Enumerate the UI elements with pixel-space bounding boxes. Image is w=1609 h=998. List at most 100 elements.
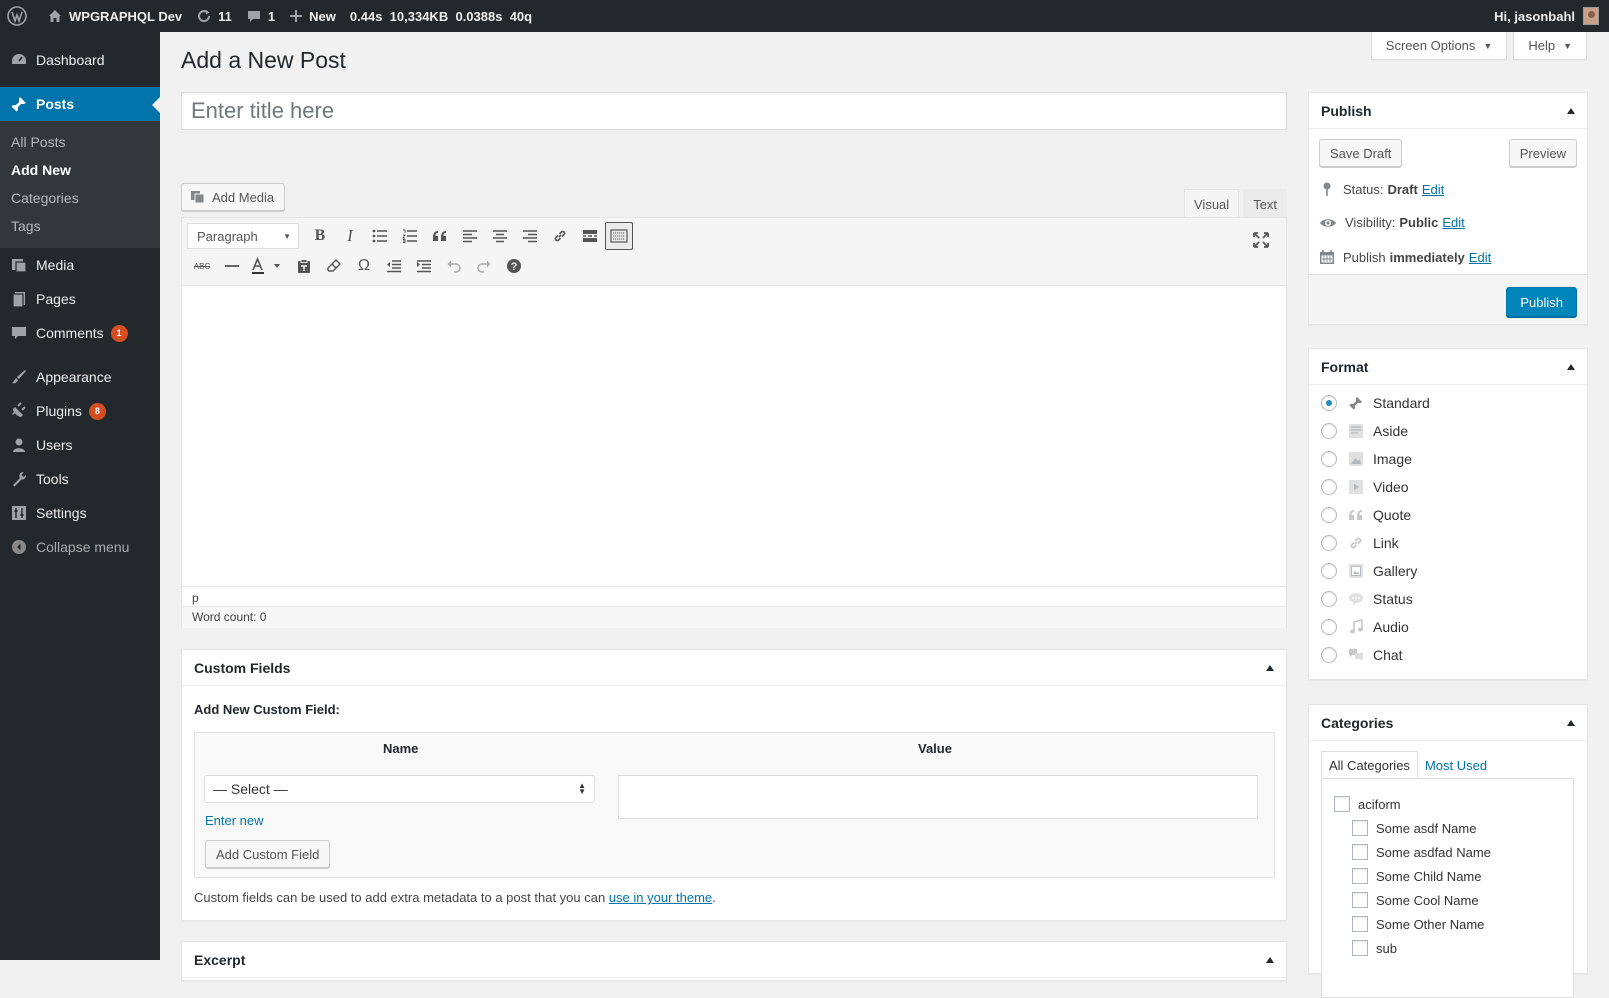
redo-icon[interactable] bbox=[469, 252, 499, 280]
format-option-gallery[interactable]: Gallery bbox=[1321, 561, 1417, 581]
category-checkbox[interactable] bbox=[1334, 796, 1350, 812]
format-radio-audio[interactable] bbox=[1321, 619, 1337, 635]
italic-icon[interactable]: I bbox=[335, 222, 365, 250]
format-option-status[interactable]: Status bbox=[1321, 589, 1413, 609]
fullscreen-icon[interactable] bbox=[1246, 226, 1276, 254]
format-option-link[interactable]: Link bbox=[1321, 533, 1399, 553]
category-checkbox[interactable] bbox=[1352, 892, 1368, 908]
clear-formatting-icon[interactable] bbox=[319, 252, 349, 280]
format-radio-link[interactable] bbox=[1321, 535, 1337, 551]
post-title-input[interactable] bbox=[181, 92, 1287, 130]
format-radio-status[interactable] bbox=[1321, 591, 1337, 607]
help-button[interactable]: Help ▼ bbox=[1513, 32, 1587, 60]
category-item[interactable]: Some asdfad Name bbox=[1352, 844, 1491, 860]
save-draft-button[interactable]: Save Draft bbox=[1319, 139, 1403, 167]
format-select[interactable]: Paragraph ▼ bbox=[187, 223, 299, 249]
new-content-menu[interactable]: New bbox=[282, 0, 343, 32]
tab-most-used[interactable]: Most Used bbox=[1418, 751, 1494, 779]
special-character-icon[interactable]: Ω bbox=[349, 252, 379, 280]
publish-header[interactable]: Publish bbox=[1309, 93, 1587, 129]
format-radio-aside[interactable] bbox=[1321, 423, 1337, 439]
category-checkbox[interactable] bbox=[1352, 844, 1368, 860]
debug-stats[interactable]: 0.44s 10,334KB 0.0388s 40q bbox=[343, 0, 539, 32]
tab-all-categories[interactable]: All Categories bbox=[1321, 751, 1418, 779]
format-radio-quote[interactable] bbox=[1321, 507, 1337, 523]
updates-menu[interactable]: 11 bbox=[189, 0, 239, 32]
menu-item-posts[interactable]: Posts bbox=[0, 87, 160, 121]
categories-header[interactable]: Categories bbox=[1309, 705, 1587, 741]
menu-item-comments[interactable]: Comments 1 bbox=[0, 316, 160, 350]
format-option-quote[interactable]: Quote bbox=[1321, 505, 1411, 525]
collapse-arrow-icon[interactable] bbox=[1567, 363, 1575, 370]
category-checkbox[interactable] bbox=[1352, 916, 1368, 932]
my-account-menu[interactable]: Hi, jasonbahl bbox=[1487, 0, 1609, 32]
format-header[interactable]: Format bbox=[1309, 349, 1587, 385]
format-option-standard[interactable]: Standard bbox=[1321, 393, 1430, 413]
horizontal-line-icon[interactable] bbox=[217, 252, 247, 280]
help-question-icon[interactable]: ? bbox=[499, 252, 529, 280]
align-left-icon[interactable] bbox=[455, 222, 485, 250]
undo-icon[interactable] bbox=[439, 252, 469, 280]
format-option-image[interactable]: Image bbox=[1321, 449, 1412, 469]
format-radio-image[interactable] bbox=[1321, 451, 1337, 467]
category-item[interactable]: Some Cool Name bbox=[1352, 892, 1479, 908]
outdent-icon[interactable] bbox=[379, 252, 409, 280]
category-item[interactable]: aciform bbox=[1334, 796, 1401, 812]
paste-as-text-icon[interactable] bbox=[289, 252, 319, 280]
category-checkbox[interactable] bbox=[1352, 820, 1368, 836]
align-right-icon[interactable] bbox=[515, 222, 545, 250]
format-radio-video[interactable] bbox=[1321, 479, 1337, 495]
editor-content-area[interactable] bbox=[182, 286, 1286, 586]
menu-item-dashboard[interactable]: Dashboard bbox=[0, 43, 160, 77]
add-media-button[interactable]: Add Media bbox=[181, 183, 286, 211]
menu-item-tools[interactable]: Tools bbox=[0, 462, 160, 496]
category-checkbox[interactable] bbox=[1352, 868, 1368, 884]
edit-status-link[interactable]: Edit bbox=[1422, 182, 1444, 197]
menu-item-users[interactable]: Users bbox=[0, 428, 160, 462]
format-option-audio[interactable]: Audio bbox=[1321, 617, 1409, 637]
format-radio-gallery[interactable] bbox=[1321, 563, 1337, 579]
enter-new-link[interactable]: Enter new bbox=[205, 813, 264, 828]
collapse-menu-button[interactable]: Collapse menu bbox=[0, 530, 160, 564]
submenu-tags[interactable]: Tags bbox=[0, 212, 160, 240]
edit-visibility-link[interactable]: Edit bbox=[1442, 215, 1464, 230]
custom-field-name-select[interactable]: — Select — ▲ ▼ bbox=[204, 775, 595, 803]
indent-icon[interactable] bbox=[409, 252, 439, 280]
category-item[interactable]: Some Child Name bbox=[1352, 868, 1482, 884]
format-option-chat[interactable]: Chat bbox=[1321, 645, 1403, 665]
read-more-icon[interactable] bbox=[575, 222, 605, 250]
custom-fields-header[interactable]: Custom Fields bbox=[182, 650, 1286, 686]
publish-button[interactable]: Publish bbox=[1506, 287, 1577, 317]
collapse-arrow-icon[interactable] bbox=[1567, 107, 1575, 114]
menu-item-appearance[interactable]: Appearance bbox=[0, 360, 160, 394]
collapse-arrow-icon[interactable] bbox=[1567, 719, 1575, 726]
bold-icon[interactable]: B bbox=[305, 222, 335, 250]
use-in-theme-link[interactable]: use in your theme bbox=[609, 890, 712, 905]
menu-item-settings[interactable]: Settings bbox=[0, 496, 160, 530]
blockquote-icon[interactable] bbox=[425, 222, 455, 250]
menu-item-media[interactable]: Media bbox=[0, 248, 160, 282]
format-radio-chat[interactable] bbox=[1321, 647, 1337, 663]
submenu-categories[interactable]: Categories bbox=[0, 184, 160, 212]
numbered-list-icon[interactable] bbox=[395, 222, 425, 250]
text-color-icon[interactable] bbox=[247, 252, 289, 280]
align-center-icon[interactable] bbox=[485, 222, 515, 250]
tab-text[interactable]: Text bbox=[1243, 189, 1288, 218]
format-option-aside[interactable]: Aside bbox=[1321, 421, 1408, 441]
category-item[interactable]: Some Other Name bbox=[1352, 916, 1484, 932]
format-option-video[interactable]: Video bbox=[1321, 477, 1409, 497]
menu-item-pages[interactable]: Pages bbox=[0, 282, 160, 316]
site-name-menu[interactable]: WPGRAPHQL Dev bbox=[40, 0, 189, 32]
comments-menu[interactable]: 1 bbox=[239, 0, 282, 32]
format-radio-standard[interactable] bbox=[1321, 395, 1337, 411]
category-checkbox[interactable] bbox=[1352, 940, 1368, 956]
link-icon[interactable] bbox=[545, 222, 575, 250]
category-item[interactable]: sub bbox=[1352, 940, 1397, 956]
add-custom-field-button[interactable]: Add Custom Field bbox=[205, 840, 331, 868]
excerpt-header[interactable]: Excerpt bbox=[182, 942, 1286, 978]
custom-field-value-textarea[interactable] bbox=[618, 775, 1258, 819]
tab-visual[interactable]: Visual bbox=[1184, 189, 1240, 218]
toolbar-toggle-icon[interactable] bbox=[605, 222, 633, 250]
menu-item-plugins[interactable]: Plugins 8 bbox=[0, 394, 160, 428]
wordpress-logo-menu[interactable] bbox=[0, 0, 40, 32]
